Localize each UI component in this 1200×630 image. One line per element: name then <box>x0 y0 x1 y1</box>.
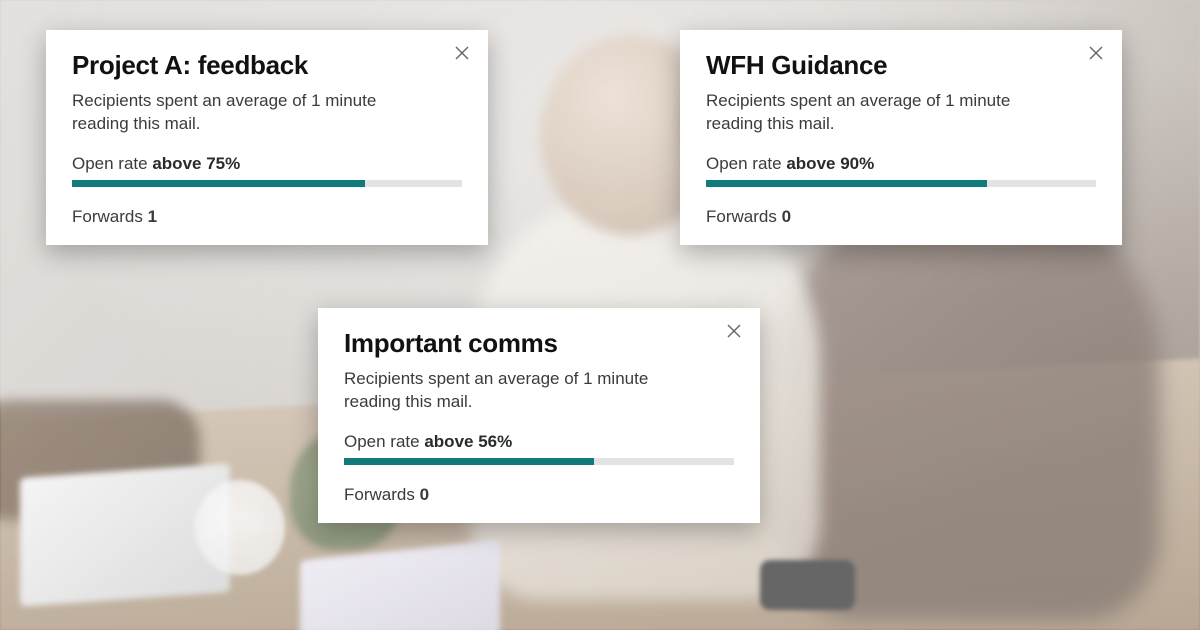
open-rate-prefix: Open rate <box>706 154 782 173</box>
forwards-value: 1 <box>148 207 157 226</box>
close-button[interactable] <box>448 40 476 68</box>
open-rate-relation: above <box>424 432 473 451</box>
card-title: WFH Guidance <box>706 50 1096 81</box>
open-rate-relation: above <box>152 154 201 173</box>
insight-card: Project A: feedback Recipients spent an … <box>46 30 488 245</box>
forwards-label: Forwards <box>706 207 777 226</box>
forwards-line: Forwards 0 <box>706 207 1096 227</box>
insight-card: WFH Guidance Recipients spent an average… <box>680 30 1122 245</box>
forwards-line: Forwards 0 <box>344 485 734 505</box>
open-rate-value: 90% <box>840 154 874 173</box>
open-rate-prefix: Open rate <box>72 154 148 173</box>
close-icon <box>1088 45 1104 64</box>
close-button[interactable] <box>720 318 748 346</box>
open-rate-bar <box>72 180 462 187</box>
open-rate-relation: above <box>786 154 835 173</box>
close-icon <box>454 45 470 64</box>
card-title: Important comms <box>344 328 734 359</box>
close-icon <box>726 323 742 342</box>
open-rate-bar-fill <box>72 180 365 187</box>
open-rate-bar-fill <box>706 180 987 187</box>
forwards-label: Forwards <box>344 485 415 504</box>
forwards-line: Forwards 1 <box>72 207 462 227</box>
insight-card: Important comms Recipients spent an aver… <box>318 308 760 523</box>
forwards-value: 0 <box>420 485 429 504</box>
open-rate-bar <box>344 458 734 465</box>
open-rate-bar <box>706 180 1096 187</box>
forwards-value: 0 <box>782 207 791 226</box>
open-rate-line: Open rate above 75% <box>72 154 462 174</box>
card-title: Project A: feedback <box>72 50 462 81</box>
card-description: Recipients spent an average of 1 minute … <box>344 367 704 414</box>
close-button[interactable] <box>1082 40 1110 68</box>
card-description: Recipients spent an average of 1 minute … <box>72 89 432 136</box>
open-rate-prefix: Open rate <box>344 432 420 451</box>
card-description: Recipients spent an average of 1 minute … <box>706 89 1066 136</box>
open-rate-value: 56% <box>478 432 512 451</box>
open-rate-line: Open rate above 56% <box>344 432 734 452</box>
open-rate-bar-fill <box>344 458 594 465</box>
open-rate-value: 75% <box>206 154 240 173</box>
forwards-label: Forwards <box>72 207 143 226</box>
open-rate-line: Open rate above 90% <box>706 154 1096 174</box>
